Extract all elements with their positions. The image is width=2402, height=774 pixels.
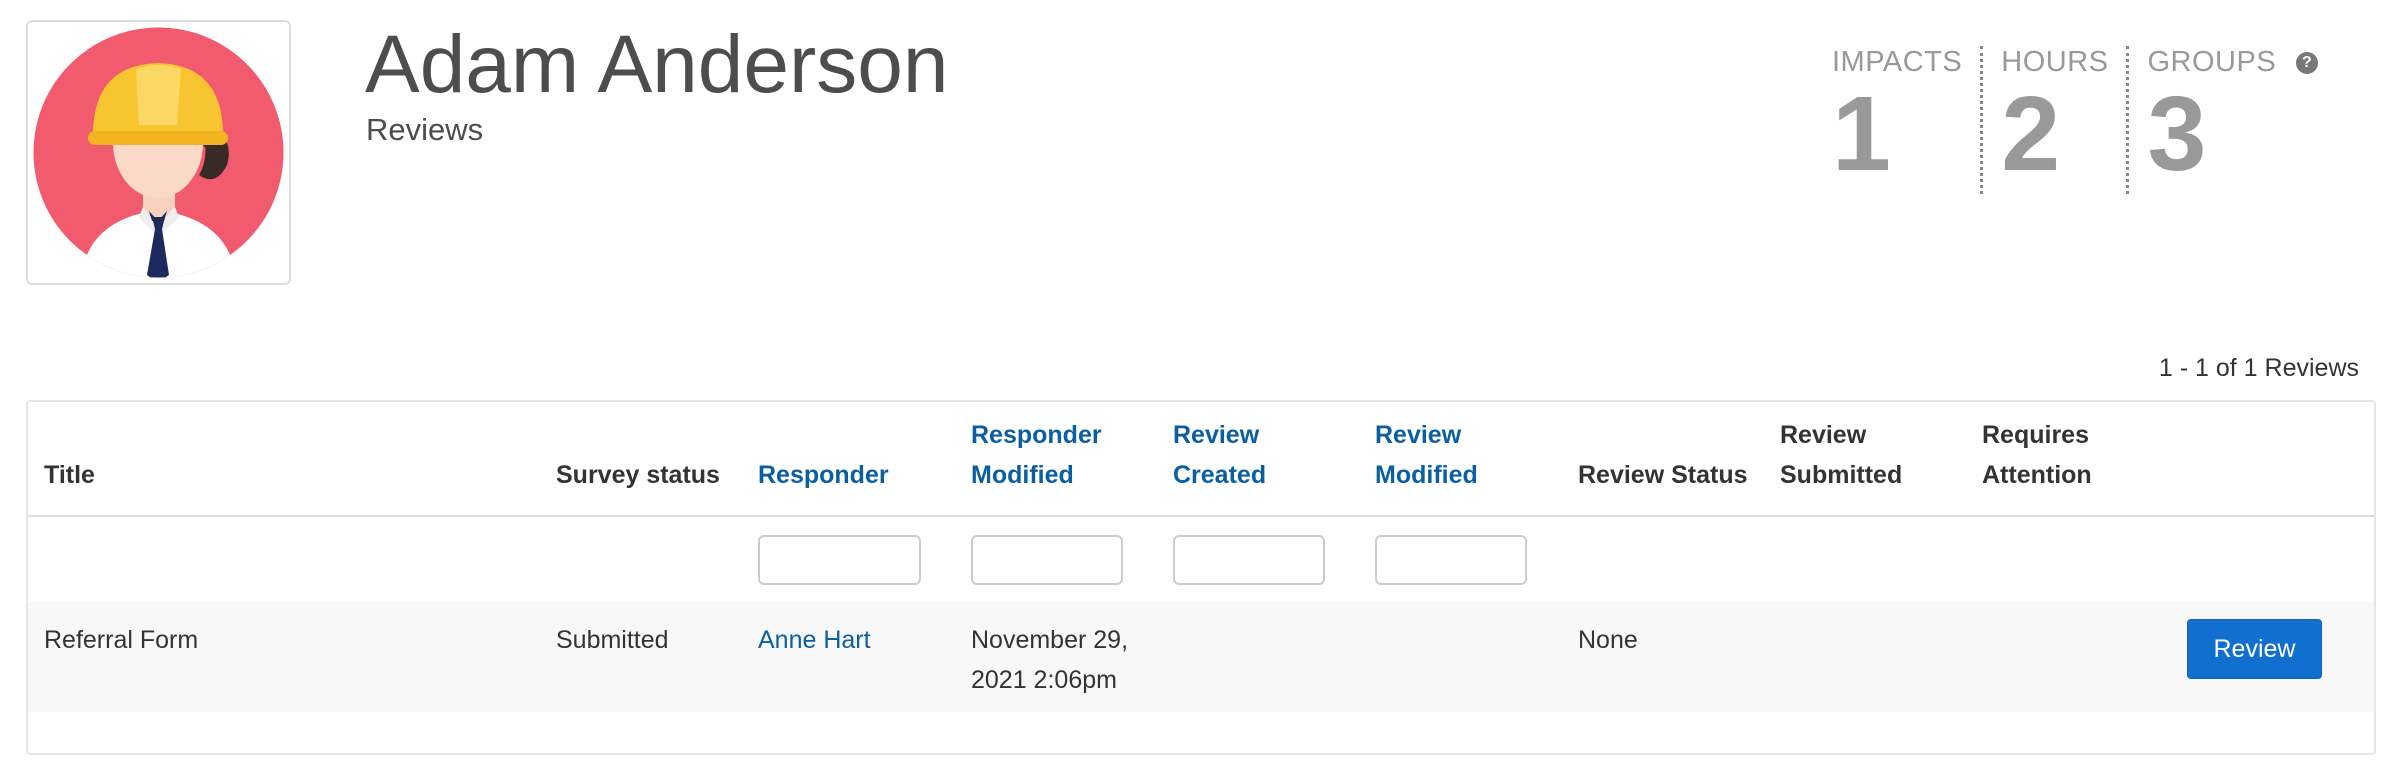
row-responder-link[interactable]: Anne Hart <box>758 620 871 660</box>
column-header-survey-status: Survey status <box>556 461 720 489</box>
page-subtitle: Reviews <box>366 112 484 147</box>
reviews-page: Adam Anderson Reviews IMPACTS 1 HOURS 2 … <box>0 0 2402 774</box>
pagination-summary: 1 - 1 of 1 Reviews <box>2158 354 2359 382</box>
row-responder-modified: November 29, 2021 2:06pm <box>971 626 1129 694</box>
column-header-review-modified[interactable]: Review Modified <box>1375 415 1495 495</box>
row-survey-status: Submitted <box>556 626 669 654</box>
responder-filter-input[interactable] <box>758 535 921 585</box>
review-created-filter-input[interactable] <box>1173 535 1325 585</box>
column-header-review-created[interactable]: Review Created <box>1173 415 1283 495</box>
column-header-title: Title <box>44 461 95 489</box>
reviews-table: Title Survey status Responder Responder … <box>26 400 2376 755</box>
table-row: Referral Form Submitted Anne Hart Novemb… <box>28 602 2374 712</box>
column-header-responder-modified[interactable]: Responder Modified <box>971 415 1121 495</box>
column-header-review-submitted: Review Submitted <box>1780 421 1903 489</box>
stat-hours-value: 2 <box>2001 75 2061 193</box>
column-header-responder[interactable]: Responder <box>758 455 889 495</box>
stat-groups-value: 3 <box>2147 75 2207 193</box>
table-header-row: Title Survey status Responder Responder … <box>28 402 2374 517</box>
column-header-requires-attention: Requires Attention <box>1982 421 2092 489</box>
user-name: Adam Anderson <box>365 19 949 110</box>
column-header-review-status: Review Status <box>1578 461 1748 489</box>
avatar <box>26 20 291 285</box>
responder-modified-filter-input[interactable] <box>971 535 1123 585</box>
stat-groups: GROUPS ? 3 <box>2126 46 2336 194</box>
stat-hours: HOURS 2 <box>1980 46 2126 194</box>
review-button[interactable]: Review <box>2187 619 2322 679</box>
row-title: Referral Form <box>44 626 199 654</box>
review-modified-filter-input[interactable] <box>1375 535 1527 585</box>
stat-impacts-value: 1 <box>1832 75 1891 193</box>
question-circle-icon[interactable]: ? <box>2296 51 2319 74</box>
filter-row <box>28 519 2374 602</box>
worker-hardhat-avatar-icon <box>33 27 284 278</box>
row-review-status: None <box>1578 626 1638 654</box>
stats-bar: IMPACTS 1 HOURS 2 GROUPS ? 3 <box>1820 46 2336 194</box>
stat-impacts: IMPACTS 1 <box>1820 46 1980 194</box>
